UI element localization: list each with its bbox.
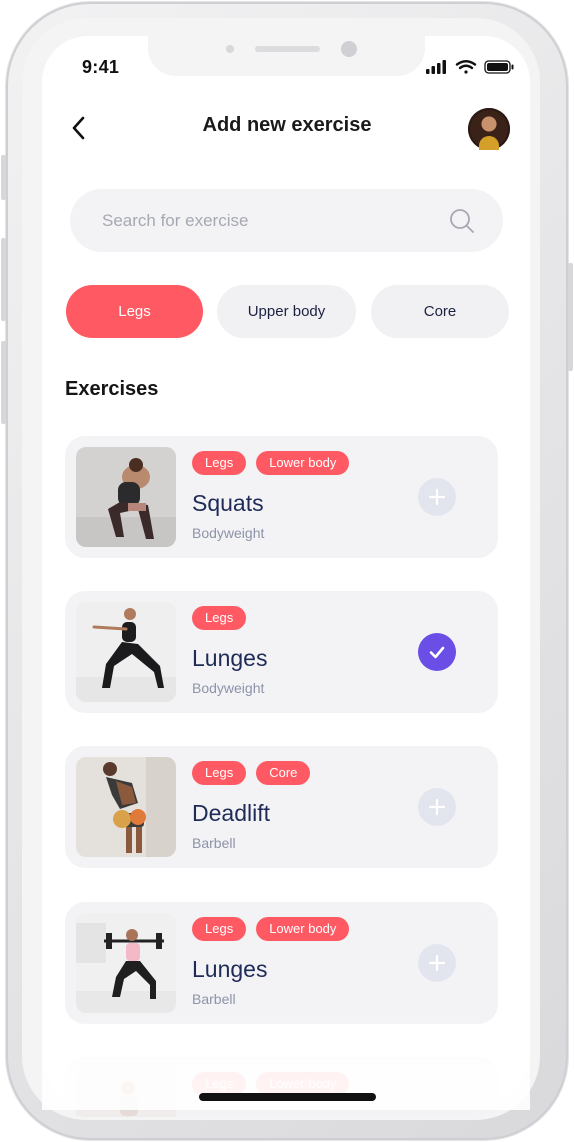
- exercise-card[interactable]: Legs Lunges Bodyweight: [65, 591, 498, 713]
- front-camera: [341, 41, 357, 57]
- exercise-card[interactable]: Legs Lower body: [65, 1057, 498, 1117]
- plus-icon: [428, 488, 446, 506]
- checkmark-icon: [429, 646, 445, 659]
- exercise-photo: [76, 602, 176, 702]
- mute-switch: [1, 155, 6, 200]
- add-exercise-button[interactable]: [418, 788, 456, 826]
- power-button: [568, 263, 573, 371]
- exercise-photo: [76, 913, 176, 1013]
- exercise-name: Lunges: [192, 645, 268, 671]
- tag-badge: Legs: [192, 606, 247, 630]
- volume-down-button: [1, 341, 6, 424]
- sensor: [226, 45, 234, 53]
- wifi-icon: [455, 60, 477, 74]
- search-bar: [70, 189, 503, 252]
- add-exercise-button[interactable]: [418, 944, 456, 982]
- tag-list: Legs Lower body: [192, 451, 350, 475]
- tag-list: Legs Core: [192, 761, 311, 785]
- status-time: 9:41: [82, 57, 120, 77]
- filter-legs[interactable]: Legs: [66, 285, 203, 338]
- home-indicator[interactable]: [199, 1093, 376, 1101]
- volume-up-button: [1, 238, 6, 321]
- exercise-photo: [76, 757, 176, 857]
- plus-icon: [428, 954, 446, 972]
- exercise-card[interactable]: Legs Lower body Lunges Barbell: [65, 902, 498, 1024]
- tag-badge: Legs: [192, 917, 247, 941]
- selected-exercise-button[interactable]: [418, 633, 456, 671]
- tag-badge: Legs: [192, 761, 247, 785]
- cellular-signal-icon: [426, 60, 446, 74]
- exercise-equipment: Barbell: [192, 835, 236, 851]
- exercise-name: Deadlift: [192, 800, 270, 826]
- notch: [148, 36, 425, 76]
- exercise-card[interactable]: Legs Core Deadlift Barbell: [65, 746, 498, 868]
- avatar[interactable]: [468, 108, 510, 150]
- exercise-equipment: Barbell: [192, 991, 236, 1007]
- battery-icon: [484, 60, 514, 74]
- status-icons: [426, 59, 516, 75]
- back-button[interactable]: [64, 114, 92, 142]
- plus-icon: [428, 798, 446, 816]
- add-exercise-button[interactable]: [418, 478, 456, 516]
- search-input[interactable]: [102, 210, 449, 231]
- exercise-name: Lunges: [192, 956, 268, 982]
- exercise-card[interactable]: Legs Lower body Squats Bodyweight: [65, 436, 498, 558]
- tag-badge: Core: [256, 761, 311, 785]
- section-title: Exercises: [65, 378, 159, 400]
- speaker: [255, 46, 320, 52]
- tag-badge: Legs: [192, 451, 247, 475]
- exercise-name: Squats: [192, 490, 264, 516]
- tag-list: Legs: [192, 606, 247, 630]
- exercise-photo: [76, 1068, 176, 1117]
- exercise-equipment: Bodyweight: [192, 525, 265, 541]
- tag-badge: Lower body: [256, 451, 350, 475]
- filter-core[interactable]: Core: [371, 285, 509, 338]
- search-icon[interactable]: [449, 208, 475, 234]
- tag-list: Legs Lower body: [192, 917, 350, 941]
- filter-upper-body[interactable]: Upper body: [217, 285, 356, 338]
- exercise-photo: [76, 447, 176, 547]
- exercise-equipment: Bodyweight: [192, 680, 265, 696]
- page-title: Add new exercise: [202, 114, 372, 136]
- chevron-left-icon: [72, 116, 85, 140]
- tag-badge: Lower body: [256, 917, 350, 941]
